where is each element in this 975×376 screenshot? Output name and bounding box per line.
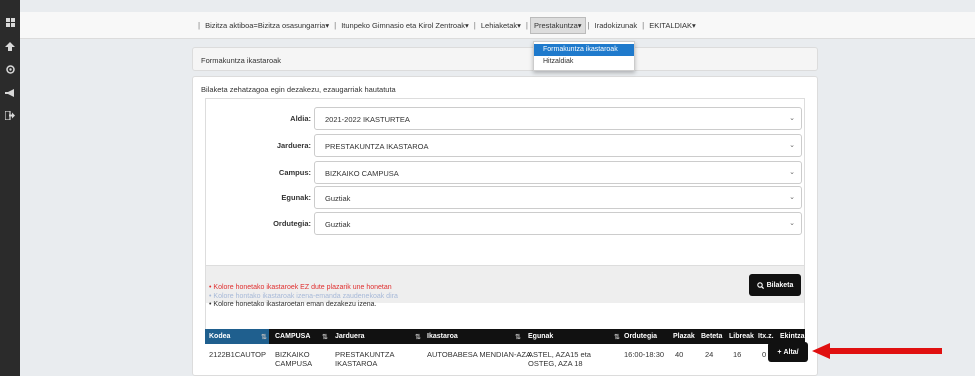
search-button-label: Bilaketa: [766, 281, 794, 289]
cell-ikastaroa: AUTOBABESA MENDIAN-AZA: [427, 350, 532, 359]
filter-row-aldia: Aldia: 2021-2022 IKASTURTEA ⌄: [206, 107, 806, 130]
nav-item-gimnasioak[interactable]: Itunpeko Gimnasio eta Kirol Zentroak▾: [338, 18, 472, 33]
table-row: 2122B1CAUTOP BIZKAIKO CAMPUSA PRESTAKUNTZ…: [205, 344, 805, 374]
cell-beteta: 24: [705, 350, 714, 359]
grid-icon[interactable]: [4, 18, 16, 30]
filter-row-campus: Campus: BIZKAIKO CAMPUSA ⌄: [206, 161, 806, 184]
ordutegia-select[interactable]: Guztiak ⌄: [314, 212, 802, 235]
th-egunak[interactable]: Egunak: [528, 333, 553, 340]
ordutegia-value: Guztiak: [325, 220, 351, 229]
cell-jarduera: PRESTAKUNTZA IKASTAROA: [335, 350, 395, 368]
egunak-value: Guztiak: [325, 194, 351, 203]
jarduera-select[interactable]: PRESTAKUNTZA IKASTAROA ⌄: [314, 134, 802, 157]
alta-button[interactable]: + Alta/: [768, 342, 808, 362]
chevron-down-icon: ⌄: [789, 115, 795, 122]
legend-item-enrolled: • Kolore hontako ikastaroak izena-emanda…: [209, 292, 398, 300]
filter-row-ordutegia: Ordutegia: Guztiak ⌄: [206, 212, 806, 235]
cell-itxz: 0: [762, 350, 767, 359]
nav-item-lehiaketak[interactable]: Lehiaketak▾: [478, 18, 524, 33]
caret-down-icon: ▾: [517, 21, 521, 30]
search-button[interactable]: Bilaketa: [749, 274, 801, 296]
page-title: Formakuntza ikastaroak: [201, 56, 282, 65]
nav-item-iradokizunak[interactable]: Iradokizunak: [592, 18, 641, 33]
aldia-select[interactable]: 2021-2022 IKASTURTEA ⌄: [314, 107, 802, 130]
sort-icon[interactable]: ⇅: [415, 333, 421, 341]
sort-icon[interactable]: ⇅: [515, 333, 521, 341]
search-panel: Bilaketa zehatzagoa egin dezakezu, ezaug…: [192, 76, 818, 376]
top-navbar: | Bizitza aktiboa=Bizitza osasungarria▾ …: [20, 12, 975, 39]
table-header: Kodea ⇅ CAMPUSA ⇅ Jarduera ⇅ Ikastaroa ⇅…: [205, 329, 808, 344]
sort-icon[interactable]: ⇅: [322, 333, 328, 341]
chevron-down-icon: ⌄: [789, 194, 795, 201]
user-pin-icon[interactable]: [4, 42, 16, 54]
search-icon: [756, 281, 764, 289]
th-beteta[interactable]: Beteta: [701, 333, 722, 340]
cell-plazak: 40: [675, 350, 684, 359]
logout-icon[interactable]: [4, 110, 16, 123]
chevron-down-icon: ⌄: [789, 220, 795, 227]
th-campusa[interactable]: CAMPUSA: [275, 333, 310, 340]
th-plazak[interactable]: Plazak: [673, 333, 695, 340]
cell-egunak: ASTEL, AZA15 eta OSTEG, AZA 18: [528, 350, 591, 368]
filter-form: Aldia: 2021-2022 IKASTURTEA ⌄ Jarduera: …: [205, 98, 805, 350]
nav-item-prestakuntza[interactable]: Prestakuntza▾: [529, 17, 586, 34]
campus-select[interactable]: BIZKAIKO CAMPUSA ⌄: [314, 161, 802, 184]
top-stripe: [20, 0, 975, 12]
cell-libreak: 16: [733, 350, 742, 359]
th-itxz[interactable]: Itx.z.: [758, 333, 774, 340]
aldia-value: 2021-2022 IKASTURTEA: [325, 115, 410, 124]
megaphone-icon[interactable]: [4, 88, 16, 100]
filter-row-jarduera: Jarduera: PRESTAKUNTZA IKASTAROA ⌄: [206, 134, 806, 157]
egunak-select[interactable]: Guztiak ⌄: [314, 186, 802, 209]
dropdown-item-hitzaldiak[interactable]: Hitzaldiak: [534, 56, 634, 68]
chevron-down-icon: ⌄: [789, 142, 795, 149]
nav-menu: | Bizitza aktiboa=Bizitza osasungarria▾ …: [196, 17, 699, 34]
th-libreak[interactable]: Libreak: [729, 333, 754, 340]
jarduera-label: Jarduera:: [276, 141, 311, 150]
th-ekintzak[interactable]: Ekintzak: [780, 333, 808, 340]
caret-down-icon: ▾: [465, 21, 469, 30]
caret-down-icon: ▾: [577, 21, 582, 30]
cell-kodea: 2122B1CAUTOP: [209, 350, 266, 359]
jarduera-value: PRESTAKUNTZA IKASTAROA: [325, 142, 429, 151]
filter-row-egunak: Egunak: Guztiak ⌄: [206, 186, 806, 209]
settings-icon[interactable]: [4, 65, 16, 77]
aldia-label: Aldia:: [290, 114, 311, 123]
cell-ordutegia: 16:00-18:30: [624, 350, 665, 359]
cell-campusa: BIZKAIKO CAMPUSA: [275, 350, 313, 368]
th-jarduera[interactable]: Jarduera: [335, 333, 365, 340]
alta-button-label: Alta/: [783, 348, 799, 356]
th-kodea[interactable]: Kodea: [209, 333, 230, 340]
th-ikastaroa[interactable]: Ikastaroa: [427, 333, 458, 340]
sort-icon[interactable]: ⇅: [614, 333, 620, 341]
campus-value: BIZKAIKO CAMPUSA: [325, 169, 399, 178]
page-title-panel: Formakuntza ikastaroak: [192, 47, 818, 71]
sort-icon[interactable]: ⇅: [261, 333, 267, 341]
egunak-label: Egunak:: [281, 193, 311, 202]
sidebar: [0, 0, 20, 376]
nav-item-ekitaldiak[interactable]: EKITALDIAK▾: [646, 18, 699, 33]
search-hint: Bilaketa zehatzagoa egin dezakezu, ezaug…: [201, 85, 396, 94]
dropdown-item-formakuntza[interactable]: Formakuntza ikastaroak: [534, 44, 634, 56]
red-arrow-annotation: [812, 343, 942, 359]
campus-label: Campus:: [278, 168, 311, 177]
chevron-down-icon: ⌄: [789, 169, 795, 176]
th-ordutegia[interactable]: Ordutegia: [624, 333, 657, 340]
legend-item-available: • Kolore honetako ikastaroetan eman deza…: [209, 301, 377, 308]
ordutegia-label: Ordutegia:: [273, 219, 311, 228]
legend-item-full: • Kolore honetako ikastaroek EZ dute pla…: [209, 284, 392, 291]
caret-down-icon: ▾: [325, 21, 330, 30]
prestakuntza-dropdown: Formakuntza ikastaroak Hitzaldiak: [533, 41, 635, 71]
nav-item-bizitza-aktiboa[interactable]: Bizitza aktiboa=Bizitza osasungarria▾: [202, 18, 332, 33]
plus-icon: +: [777, 348, 782, 356]
color-legend: • Kolore honetako ikastaroek EZ dute pla…: [209, 284, 398, 310]
caret-down-icon: ▾: [692, 21, 696, 30]
